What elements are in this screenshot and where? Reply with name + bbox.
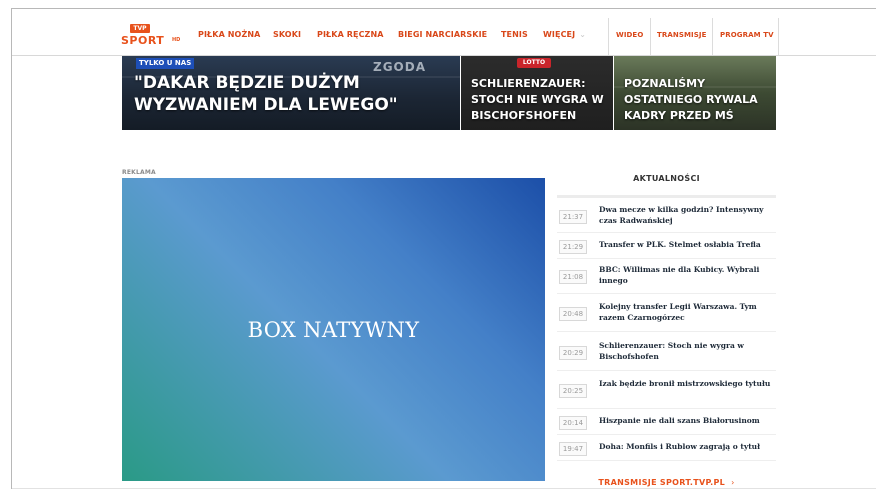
tvp-sport-logo[interactable]: TVP SPORT HD (120, 20, 184, 50)
news-time: 21:37 (559, 210, 587, 224)
nav-item-tenis[interactable]: TENIS (501, 24, 528, 46)
nav-item-biegi-narciarskie[interactable]: BIEGI NARCIARSKIE (398, 24, 487, 46)
news-headline[interactable]: Hiszpanie nie dali szans Białorusinom (599, 415, 777, 426)
logo-wordmark: SPORT (121, 34, 165, 47)
news-time: 19:47 (559, 442, 587, 456)
news-headline[interactable]: Izak będzie bronił mistrzowskiego tytułu (599, 378, 777, 389)
ad-label: REKLAMA (122, 169, 156, 176)
news-time: 20:48 (559, 307, 587, 321)
nav-item-wiecej[interactable]: WIĘCEJ ⌄ (543, 24, 586, 46)
news-headline[interactable]: Schlierenzauer: Stoch nie wygra w Bischo… (599, 340, 777, 362)
news-divider (557, 195, 776, 198)
transmisje-link[interactable]: TRANSMISJE SPORT.TVP.PL › (557, 478, 776, 487)
news-item[interactable]: 20:25 Izak będzie bronił mistrzowskiego … (557, 371, 776, 409)
nav-item-skoki[interactable]: SKOKI (273, 24, 301, 46)
hero-tertiary-article[interactable]: POZNALIŚMY OSTATNIEGO RYWALA KADRY PRZED… (614, 56, 776, 130)
news-headline[interactable]: Dwa mecze w kilka godzin? Intensywny cza… (599, 204, 777, 226)
main-navbar: TVP SPORT HD PIŁKA NOŻNA SKOKI PIŁKA RĘC… (12, 18, 876, 56)
news-time: 21:08 (559, 270, 587, 284)
hero-secondary-article[interactable]: LOTTO SCHLIERENZAUER: STOCH NIE WYGRA W … (461, 56, 613, 130)
nav-divider (650, 18, 651, 55)
news-headline[interactable]: Doha: Monfils i Rublow zagrają o tytuł (599, 441, 777, 452)
nav-divider (778, 18, 779, 55)
news-headline[interactable]: BBC: Willimas nie dla Kubicy. Wybrali in… (599, 264, 777, 286)
news-section-title: AKTUALNOŚCI (633, 174, 700, 183)
nav-item-pilka-nozna[interactable]: PIŁKA NOŻNA (198, 24, 260, 46)
exclusive-badge: TYLKO U NAS (136, 58, 195, 69)
nav-item-pilka-reczna[interactable]: PIŁKA RĘCZNA (317, 24, 384, 46)
chevron-down-icon: ⌄ (579, 30, 586, 39)
news-item[interactable]: 19:47 Doha: Monfils i Rublow zagrają o t… (557, 435, 776, 461)
news-item[interactable]: 20:14 Hiszpanie nie dali szans Białorusi… (557, 409, 776, 435)
nav-more-label: WIĘCEJ (543, 30, 576, 39)
hero-main-article[interactable]: ZGODA TYLKO U NAS "DAKAR BĘDZIE DUŻYM WY… (122, 56, 460, 130)
native-ad-text: BOX NATYWNY (247, 318, 420, 342)
sponsor-logo: LOTTO (517, 58, 551, 68)
logo-tvp-box: TVP (130, 24, 150, 33)
page-bottom-divider (12, 488, 876, 489)
news-item[interactable]: 21:37 Dwa mecze w kilka godzin? Intensyw… (557, 199, 776, 233)
nav-item-transmisje[interactable]: TRANSMISJE (657, 24, 706, 46)
news-time: 21:29 (559, 240, 587, 254)
nav-item-wideo[interactable]: WIDEO (616, 24, 643, 46)
news-item[interactable]: 21:08 BBC: Willimas nie dla Kubicy. Wybr… (557, 259, 776, 294)
page-frame: TVP SPORT HD PIŁKA NOŻNA SKOKI PIŁKA RĘC… (11, 8, 876, 489)
news-item[interactable]: 20:48 Kolejny transfer Legii Warszawa. T… (557, 294, 776, 332)
news-item[interactable]: 20:29 Schlierenzauer: Stoch nie wygra w … (557, 332, 776, 371)
news-headline[interactable]: Kolejny transfer Legii Warszawa. Tym raz… (599, 301, 777, 323)
nav-divider (608, 18, 609, 55)
chevron-right-icon: › (731, 478, 735, 487)
news-headline[interactable]: Transfer w PLK. Stelmet osłabia Trefla (599, 239, 777, 250)
news-time: 20:14 (559, 416, 587, 430)
nav-divider (712, 18, 713, 55)
native-ad-box[interactable]: BOX NATYWNY (122, 178, 545, 481)
nav-item-program-tv[interactable]: PROGRAM TV (720, 24, 774, 46)
logo-hd-suffix: HD (172, 37, 181, 43)
transmisje-link-label: TRANSMISJE SPORT.TVP.PL (598, 478, 726, 487)
news-time: 20:29 (559, 346, 587, 360)
hero-tertiary-headline[interactable]: POZNALIŚMY OSTATNIEGO RYWALA KADRY PRZED… (624, 76, 774, 124)
hero-main-headline[interactable]: "DAKAR BĘDZIE DUŻYM WYZWANIEM DLA LEWEGO… (134, 72, 454, 116)
news-time: 20:25 (559, 384, 587, 398)
news-item[interactable]: 21:29 Transfer w PLK. Stelmet osłabia Tr… (557, 233, 776, 259)
hero-secondary-headline[interactable]: SCHLIERENZAUER: STOCH NIE WYGRA W BISCHO… (471, 76, 613, 124)
